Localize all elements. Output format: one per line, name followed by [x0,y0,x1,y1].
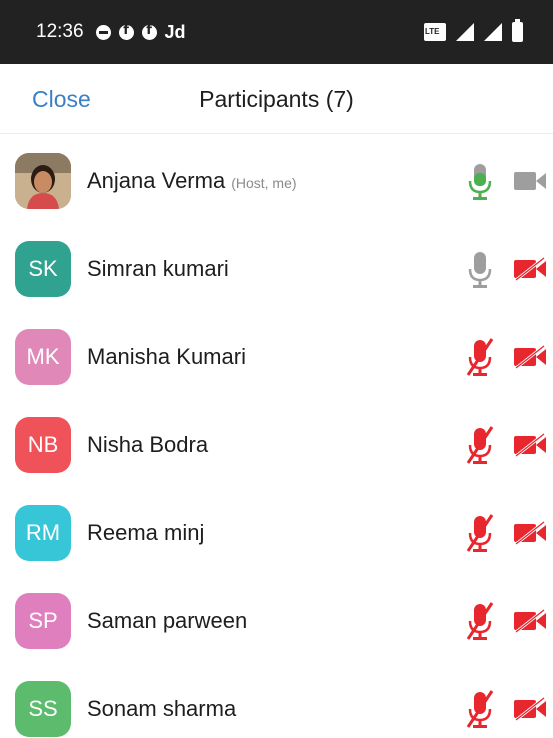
video-off-icon[interactable] [512,608,548,634]
battery-icon [512,19,523,42]
participant-row[interactable]: SS Sonam sharma [0,665,553,738]
avatar: NB [15,417,71,473]
video-off-icon[interactable] [512,432,548,458]
participant-row[interactable]: Anjana Verma (Host, me) [0,137,553,225]
avatar-initials: MK [26,344,60,369]
mic-muted-icon[interactable] [462,601,498,641]
participant-name-wrap: Manisha Kumari [87,344,246,370]
mic-muted-icon[interactable] [462,689,498,729]
mic-muted-icon[interactable] [462,337,498,377]
participant-name-wrap: Nisha Bodra [87,432,208,458]
participant-name: Sonam sharma [87,696,237,721]
participant-name-wrap: Reema minj [87,520,204,546]
page-title-text: Participants (7) [199,86,354,112]
avatar [15,153,71,209]
participant-name: Saman parween [87,608,248,633]
messenger-icon [95,24,111,40]
participant-list: Anjana Verma (Host, me) SK Simran kumari MK M… [0,137,553,738]
participant-name: Nisha Bodra [87,432,209,457]
video-off-icon[interactable] [512,344,548,370]
video-camera-icon[interactable] [512,169,548,193]
avatar: SK [15,241,71,297]
volte-lte-icon [424,23,446,41]
participant-name: Manisha Kumari [87,344,246,369]
close-button[interactable]: Close [32,86,91,113]
participant-name: Anjana Verma [87,168,226,193]
participant-name-wrap: Simran kumari [87,256,229,282]
avatar-initials: SS [28,696,58,721]
status-right [424,19,523,42]
participants-header: Participants (7) Close [0,64,553,134]
mic-muted-icon[interactable] [462,425,498,465]
avatar-initials: SP [28,608,58,633]
video-off-icon[interactable] [512,696,548,722]
video-off-icon[interactable] [512,256,548,282]
participant-name: Reema minj [87,520,205,545]
participant-name-wrap: Anjana Verma (Host, me) [87,168,297,194]
avatar-initials: NB [27,432,59,457]
participant-role: (Host, me) [231,175,297,191]
facebook-icon [118,23,134,40]
avatar-initials: SK [28,256,58,281]
status-time: 12:36 [36,21,84,42]
status-bar: 12:36 Jd [0,0,553,64]
video-off-icon[interactable] [512,520,548,546]
participant-name-wrap: Saman parween [87,608,247,634]
participant-name: Simran kumari [87,256,229,281]
mic-muted-icon[interactable] [462,513,498,553]
signal-icon [484,23,502,41]
participant-row[interactable]: SK Simran kumari [0,225,553,313]
microphone-icon[interactable] [462,161,498,201]
participant-row[interactable]: SP Saman parween [0,577,553,665]
avatar-initials: RM [25,520,61,545]
participant-row[interactable]: RM Reema minj [0,489,553,577]
status-left: 12:36 Jd [36,21,186,43]
participant-row[interactable]: MK Manisha Kumari [0,313,553,401]
jio-icon: Jd [164,21,186,42]
signal-icon [456,23,474,41]
avatar: SP [15,593,71,649]
avatar: SS [15,681,71,737]
avatar: MK [15,329,71,385]
facebook-icon [141,23,157,40]
participant-name-wrap: Sonam sharma [87,696,236,722]
microphone-icon[interactable] [462,249,498,289]
participant-row[interactable]: NB Nisha Bodra [0,401,553,489]
avatar: RM [15,505,71,561]
